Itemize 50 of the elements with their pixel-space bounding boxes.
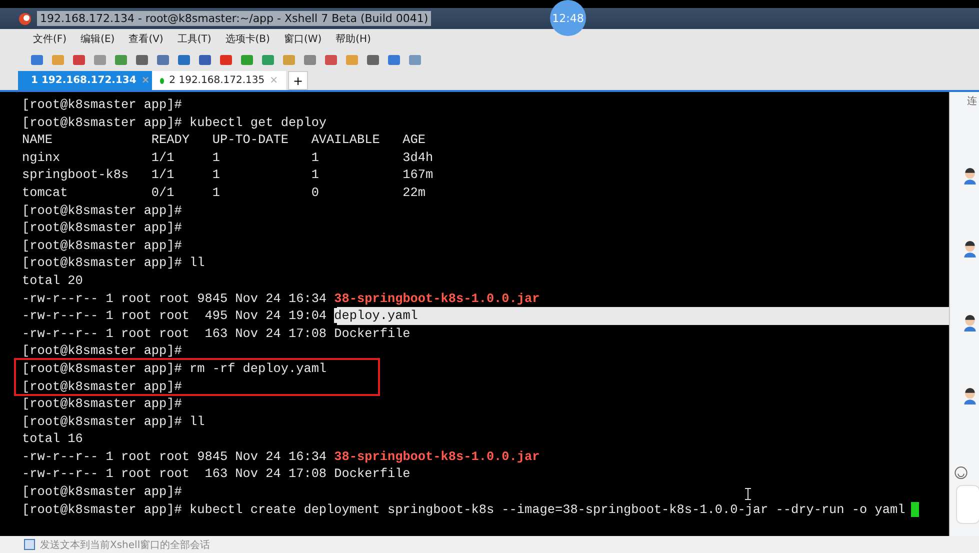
app-logo-icon bbox=[18, 12, 32, 26]
terminal-line: NAME READY UP-TO-DATE AVAILABLE AGE bbox=[22, 132, 426, 148]
status-text: 发送文本到当前Xshell窗口的全部会话 bbox=[40, 538, 210, 552]
terminal-line: [root@k8smaster app]# bbox=[22, 343, 182, 358]
avatar-icon bbox=[962, 314, 976, 332]
terminal-line: springboot-k8s 1/1 1 1 167m bbox=[22, 167, 434, 182]
avatar-icon bbox=[962, 241, 976, 259]
terminal-line: [root@k8smaster app]# bbox=[22, 238, 182, 253]
terminal-line: -rw-r--r-- 1 root root 163 Nov 24 17:08 Dockerfile bbox=[22, 466, 410, 482]
terminal-line: nginx 1/1 1 1 3d4h bbox=[22, 150, 434, 165]
terminal-line: [root@k8smaster app]# bbox=[22, 484, 182, 500]
panel-header: 连 bbox=[967, 95, 977, 108]
terminal-line: tomcat 0/1 1 0 22m bbox=[22, 184, 426, 200]
terminal-line: -rw-r--r-- 1 root root 495 Nov 24 19:04 bbox=[22, 308, 328, 324]
terminal-line: -rw-r--r-- 1 root root 163 Nov 24 17:08 Dockerfile bbox=[22, 326, 410, 341]
menu-item[interactable]: 工具(T) bbox=[177, 32, 212, 46]
window-icon bbox=[24, 539, 35, 550]
terminal-line: [root@k8smaster app]# ll bbox=[22, 255, 205, 270]
window-title: 192.168.172.134 - root@k8smaster:~/app - Xshell 7 Beta (Build 0041) bbox=[37, 11, 432, 26]
terminal-line: [root@k8smaster app]# kubectl create deployment springboot-k8s --image=38-springboot-k8s-1.0.0-jar --dry-run -o yaml bbox=[22, 502, 906, 517]
menu-item[interactable]: 查看(V) bbox=[128, 32, 164, 46]
terminal-line: [root@k8smaster app]# bbox=[22, 97, 182, 112]
terminal-line: total 20 bbox=[22, 272, 83, 288]
menu-item[interactable]: 窗口(W) bbox=[284, 32, 322, 46]
menu-item[interactable]: 文件(F) bbox=[33, 32, 67, 46]
menu-item[interactable]: 帮助(H) bbox=[336, 32, 371, 46]
session-tab[interactable]: 2 192.168.172.135 × bbox=[152, 71, 286, 90]
message-input[interactable] bbox=[956, 485, 979, 524]
file-name: 38-springboot-k8s-1.0.0.jar bbox=[334, 448, 540, 464]
terminal-line: [root@k8smaster app]# bbox=[22, 378, 182, 394]
terminal-line: total 16 bbox=[22, 431, 83, 446]
file-name: 38-springboot-k8s-1.0.0.jar bbox=[334, 290, 540, 306]
terminal-line: -rw-r--r-- 1 root root 9845 Nov 24 16:34 bbox=[22, 290, 328, 306]
terminal-line: [root@k8smaster app]# bbox=[22, 202, 182, 218]
terminal-line: [root@k8smaster app]# bbox=[22, 396, 182, 412]
mouse-cursor-icon bbox=[745, 488, 751, 500]
avatar-icon bbox=[962, 388, 976, 406]
terminal-line: -rw-r--r-- 1 root root 9845 Nov 24 16:34 bbox=[22, 448, 328, 464]
terminal-line: [root@k8smaster app]# bbox=[22, 220, 182, 236]
terminal-line: [root@k8smaster app]# rm -rf deploy.yaml bbox=[22, 360, 327, 376]
avatar-icon bbox=[962, 168, 976, 186]
add-tab-button[interactable]: + bbox=[288, 71, 308, 90]
selected-text: deploy.yaml bbox=[334, 308, 418, 324]
cursor bbox=[911, 502, 920, 517]
menu-item[interactable]: 选项卡(B) bbox=[225, 32, 270, 46]
menu-item[interactable]: 编辑(E) bbox=[80, 32, 115, 46]
emoji-icon[interactable] bbox=[954, 466, 968, 480]
terminal-line: [root@k8smaster app]# kubectl get deploy bbox=[22, 114, 327, 130]
terminal-line: [root@k8smaster app]# ll bbox=[22, 414, 205, 429]
session-tab[interactable]: 1 192.168.172.134 × bbox=[18, 71, 152, 90]
